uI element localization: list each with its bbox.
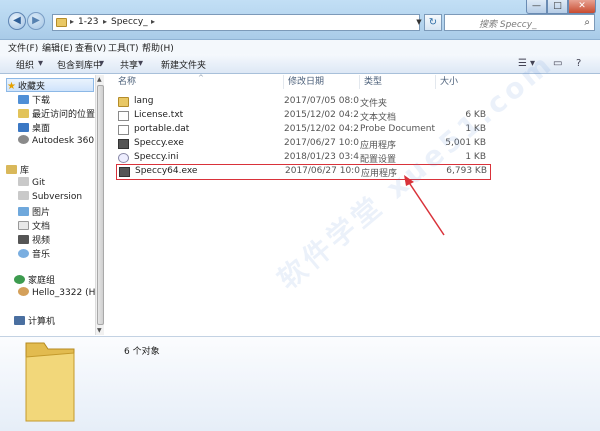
nav-libraries[interactable]: 库 xyxy=(6,163,29,177)
library-folder-icon xyxy=(18,177,29,186)
download-folder-icon xyxy=(18,95,29,104)
nav-item-downloads[interactable]: 下载 xyxy=(18,93,50,107)
forward-button[interactable]: ▶ xyxy=(27,12,45,30)
nav-scrollbar[interactable]: ▲ ▼ xyxy=(95,75,104,335)
search-placeholder: 搜索 Speccy_ xyxy=(479,20,537,30)
back-button[interactable]: ◀ xyxy=(8,12,26,30)
help-icon[interactable]: ? xyxy=(576,58,581,69)
menu-view[interactable]: 查看(V) xyxy=(75,41,106,54)
computer-icon xyxy=(14,316,25,325)
column-header-date[interactable]: 修改日期 xyxy=(284,75,360,89)
chevron-down-icon: ▾ xyxy=(138,58,144,69)
share-button[interactable]: 共享 xyxy=(120,58,138,71)
star-icon: ★ xyxy=(7,81,16,92)
search-icon: ⌕ xyxy=(584,17,590,28)
navigation-pane: ★ 收藏夹 下载 最近访问的位置 桌面 Autodesk 360 库 Git Su… xyxy=(0,75,104,335)
breadcrumb-separator: ▸ xyxy=(151,17,156,26)
file-icon xyxy=(118,125,129,135)
nav-item-git[interactable]: Git xyxy=(18,177,45,191)
nav-homegroup[interactable]: 家庭组 xyxy=(14,273,55,287)
scroll-up-icon[interactable]: ▲ xyxy=(97,76,102,83)
nav-item-videos[interactable]: 视频 xyxy=(18,233,50,247)
nav-item-autodesk[interactable]: Autodesk 360 xyxy=(18,135,94,149)
close-button[interactable]: ✕ xyxy=(568,0,596,14)
menu-help[interactable]: 帮助(H) xyxy=(142,41,174,54)
title-bar: ◀ ▶ ▸ 1-23 ▸ Speccy_ ▸ ▼ ↻ 搜索 Speccy_ ⌕ … xyxy=(0,0,600,40)
menu-tools[interactable]: 工具(T) xyxy=(108,41,139,54)
homegroup-icon xyxy=(14,275,25,284)
menu-file[interactable]: 文件(F) xyxy=(8,41,38,54)
menu-bar: 文件(F) 编辑(E) 查看(V) 工具(T) 帮助(H) xyxy=(0,40,600,54)
library-icon xyxy=(6,165,17,174)
nav-item-desktop[interactable]: 桌面 xyxy=(18,121,50,135)
scrollbar-thumb[interactable] xyxy=(97,85,104,325)
file-row[interactable]: lang 2017/07/05 08:0... 文件夹 xyxy=(116,95,491,109)
chevron-down-icon: ▾ xyxy=(38,58,44,69)
documents-icon xyxy=(18,221,29,230)
music-icon xyxy=(18,249,29,258)
file-row[interactable]: License.txt 2015/12/02 04:2... 文本文档 6 KB xyxy=(116,109,491,123)
nav-item-homegroup-user[interactable]: Hello_3322 (HEL xyxy=(18,287,104,301)
breadcrumb-item[interactable]: Speccy_ xyxy=(111,17,148,27)
nav-item-documents[interactable]: 文档 xyxy=(18,219,50,233)
refresh-button[interactable]: ↻ xyxy=(424,14,442,31)
column-header-type[interactable]: 类型 xyxy=(360,75,436,89)
breadcrumb-separator: ▸ xyxy=(70,17,75,26)
recent-places-icon xyxy=(18,109,29,118)
sort-ascending-icon: ^ xyxy=(198,74,204,82)
settings-file-icon xyxy=(118,153,129,163)
library-folder-icon xyxy=(18,191,29,200)
minimize-button[interactable]: — xyxy=(526,0,547,14)
scroll-down-icon[interactable]: ▼ xyxy=(97,327,102,334)
large-folder-icon xyxy=(25,342,75,422)
app-icon xyxy=(118,139,129,149)
cloud-icon xyxy=(18,135,29,144)
folder-icon xyxy=(56,18,67,27)
organize-button[interactable]: 组织 xyxy=(16,58,34,71)
chevron-down-icon: ▾ xyxy=(99,58,105,69)
text-file-icon xyxy=(118,111,129,121)
nav-computer[interactable]: 计算机 xyxy=(14,314,55,328)
videos-icon xyxy=(18,235,29,244)
nav-item-music[interactable]: 音乐 xyxy=(18,247,50,261)
pictures-icon xyxy=(18,207,29,216)
new-folder-button[interactable]: 新建文件夹 xyxy=(161,58,206,71)
status-bar: 6 个对象 xyxy=(0,336,600,431)
maximize-button[interactable]: □ xyxy=(547,0,568,14)
column-header-size[interactable]: 大小 xyxy=(436,75,486,89)
breadcrumb-separator: ▸ xyxy=(103,17,108,26)
app-icon xyxy=(119,167,130,177)
address-bar[interactable]: ▸ 1-23 ▸ Speccy_ ▸ xyxy=(52,14,420,31)
menu-edit[interactable]: 编辑(E) xyxy=(42,41,73,54)
nav-item-recent[interactable]: 最近访问的位置 xyxy=(18,107,95,121)
include-in-library-button[interactable]: 包含到库中 xyxy=(57,58,102,71)
nav-favorites[interactable]: ★ 收藏夹 xyxy=(6,78,94,92)
nav-item-pictures[interactable]: 图片 xyxy=(18,205,50,219)
desktop-icon xyxy=(18,123,29,132)
folder-icon xyxy=(118,97,129,107)
search-input[interactable]: 搜索 Speccy_ ⌕ xyxy=(444,14,595,31)
breadcrumb-item[interactable]: 1-23 xyxy=(78,17,98,27)
user-icon xyxy=(18,287,29,296)
item-count: 6 个对象 xyxy=(124,347,160,357)
nav-item-subversion[interactable]: Subversion xyxy=(18,191,82,205)
